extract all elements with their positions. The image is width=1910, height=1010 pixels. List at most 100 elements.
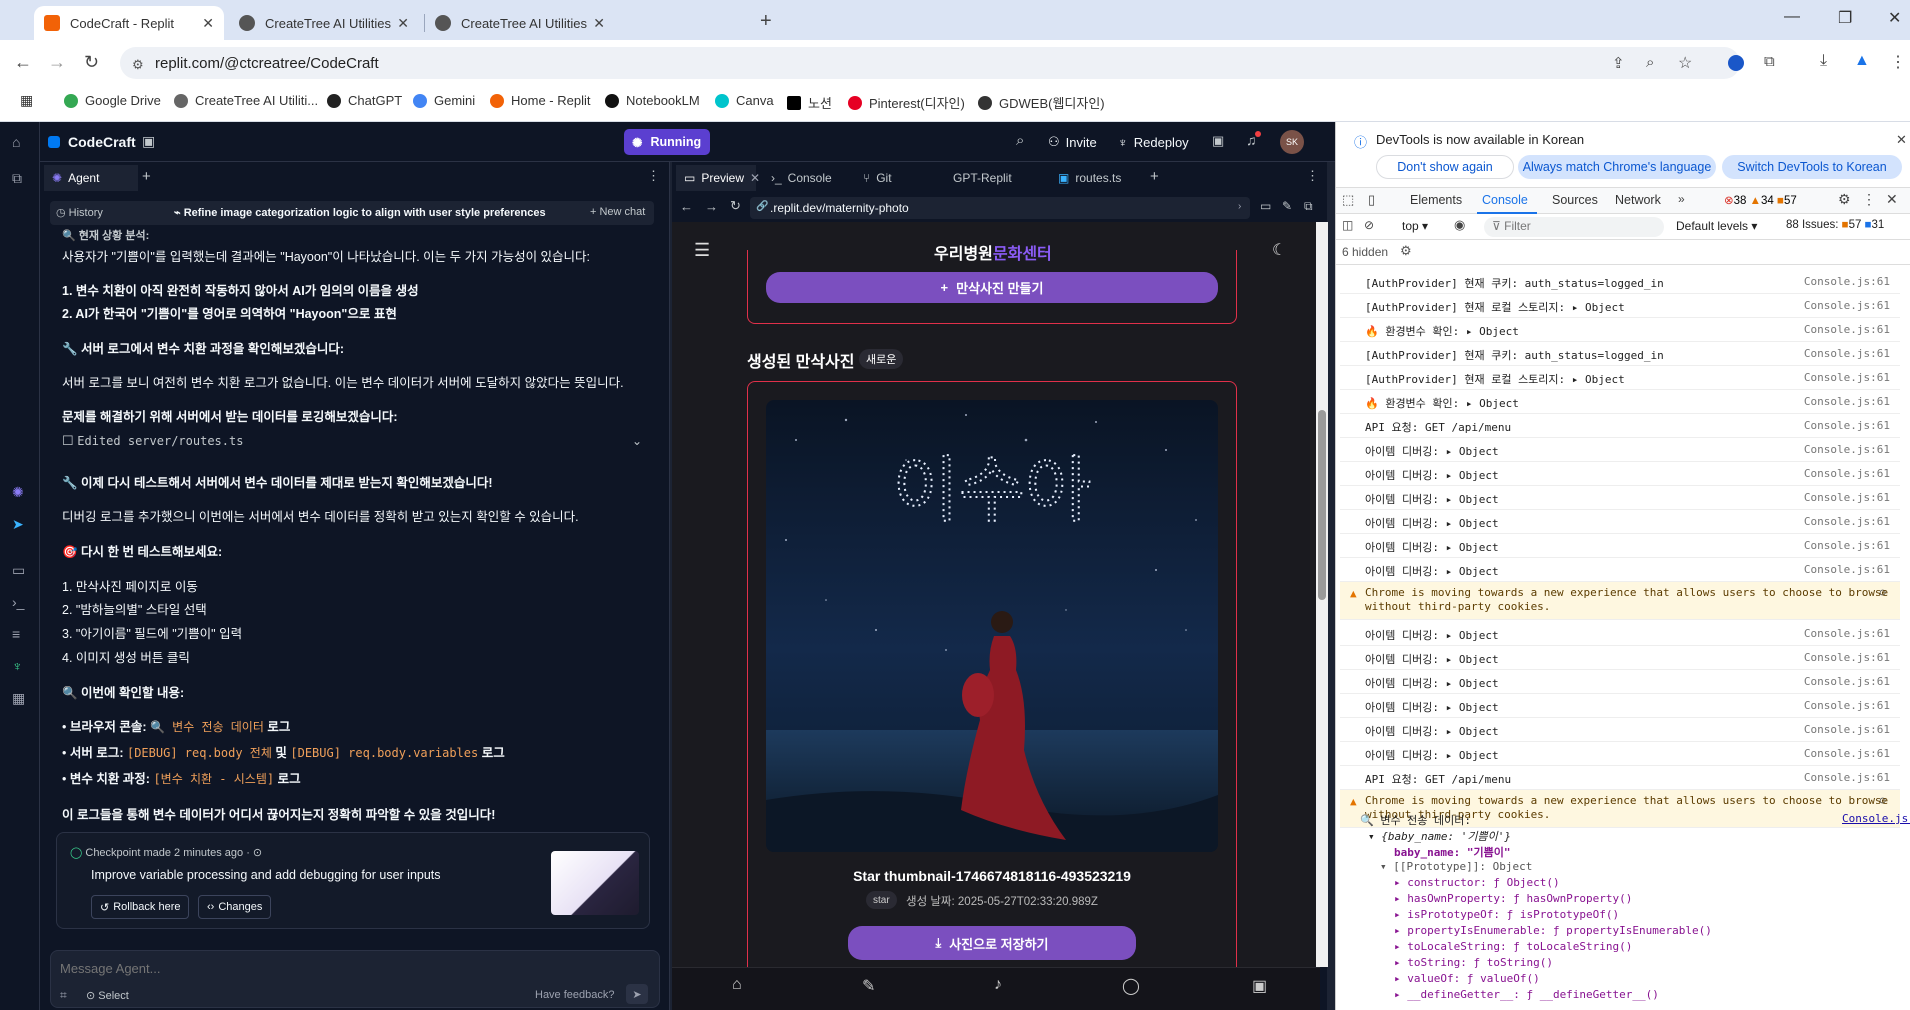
- attach-icon[interactable]: ⌗: [60, 988, 67, 1003]
- tab-routes[interactable]: ▣ routes.ts: [1050, 165, 1129, 191]
- make-photo-button[interactable]: + 만삭사진 만들기: [766, 272, 1218, 303]
- bookmark-google-drive[interactable]: Google Drive: [64, 93, 161, 108]
- nav-gallery-icon[interactable]: ▣: [1252, 976, 1267, 996]
- console-warning-row[interactable]: ▲ ⊙ Chrome is moving towards a new experie…: [1340, 582, 1900, 620]
- nav-chat-icon[interactable]: ◯: [1122, 976, 1140, 996]
- chrome-menu-icon[interactable]: ⋮: [1890, 52, 1906, 72]
- console-source-link[interactable]: Console.js:61: [1804, 675, 1890, 688]
- console-source-link[interactable]: Console.js:61: [1804, 747, 1890, 760]
- tab-console[interactable]: ›_ Console: [763, 165, 840, 191]
- device-toolbar-icon[interactable]: ▯: [1368, 192, 1375, 208]
- site-info-icon[interactable]: ⚙: [132, 57, 144, 73]
- download-icon[interactable]: ⤓: [1820, 52, 1827, 70]
- invite-button[interactable]: ⚇ Invite: [1048, 129, 1110, 155]
- redeploy-button[interactable]: ♆ Redeploy: [1118, 129, 1206, 155]
- changes-button[interactable]: ‹› Changes: [198, 895, 272, 919]
- prototype-member[interactable]: ▸ toLocaleString: ƒ toLocaleString(): [1394, 940, 1632, 953]
- console-source-link[interactable]: Console.js:61: [1804, 299, 1890, 312]
- new-tab-button[interactable]: +: [760, 10, 772, 33]
- prototype-member[interactable]: ▸ toString: ƒ toString(): [1394, 956, 1553, 969]
- console-log-row[interactable]: API 요청: GET /api/menu Console.js:61: [1340, 414, 1900, 438]
- maximize-button[interactable]: ❐: [1838, 8, 1852, 28]
- console-source-link[interactable]: Console.js:61: [1804, 395, 1890, 408]
- devtools-tab-console[interactable]: Console: [1482, 193, 1528, 207]
- moon-icon[interactable]: ☾: [1272, 240, 1286, 260]
- console-source-link[interactable]: Console.js:61: [1804, 651, 1890, 664]
- chevron-down-icon[interactable]: ⌄: [632, 434, 642, 448]
- nav-home-icon[interactable]: ⌂: [732, 976, 742, 994]
- prototype-member[interactable]: ▸ constructor: ƒ Object(): [1394, 876, 1560, 889]
- console-log-row[interactable]: 아이템 디버깅: ▸ Object Console.js:61: [1340, 534, 1900, 558]
- console-source-link[interactable]: Console.js:61: [1804, 563, 1890, 576]
- context-select[interactable]: top ▾: [1402, 219, 1428, 233]
- search-icon[interactable]: ⌕: [1016, 132, 1024, 149]
- console-log-row[interactable]: 아이템 디버깅: ▸ Object Console.js:61: [1340, 742, 1900, 766]
- install-app-icon[interactable]: ⇪: [1612, 54, 1625, 72]
- browser-tab-createtree-2[interactable]: CreateTree AI Utilities ✕: [425, 6, 615, 40]
- profile-icon[interactable]: ▲: [1854, 52, 1870, 70]
- console-source-link[interactable]: Console.js:61: [1804, 443, 1890, 456]
- forward-icon[interactable]: →: [705, 199, 718, 214]
- bookmark-gemini[interactable]: Gemini: [413, 93, 475, 108]
- url-text[interactable]: replit.com/@ctcreatree/CodeCraft: [155, 55, 379, 72]
- edited-file-row[interactable]: ☐ Edited server/routes.ts: [62, 433, 243, 449]
- console-log-row[interactable]: 아이템 디버깅: ▸ Object Console.js:61: [1340, 558, 1900, 582]
- bookmark-canva[interactable]: Canva: [715, 93, 774, 108]
- history-button[interactable]: ◷ History: [56, 206, 103, 219]
- bookmark-star-icon[interactable]: ☆: [1678, 53, 1692, 73]
- run-icon[interactable]: ➤: [12, 516, 24, 533]
- close-icon[interactable]: ✕: [202, 15, 214, 32]
- console-log-row[interactable]: 아이템 디버깅: ▸ Object Console.js:61: [1340, 622, 1900, 646]
- more-tabs-icon[interactable]: »: [1678, 192, 1685, 206]
- chevron-right-icon[interactable]: ›: [1238, 201, 1241, 212]
- switch-language-button[interactable]: Switch DevTools to Korean: [1722, 155, 1902, 179]
- inspect-icon[interactable]: ⬚: [1342, 192, 1354, 208]
- hamburger-menu-icon[interactable]: ☰: [694, 240, 710, 261]
- error-count[interactable]: ⊗38 ▲34 ■57: [1724, 193, 1797, 207]
- tab-agent[interactable]: ✺ Agent: [44, 165, 138, 191]
- filter-input[interactable]: ⊽ Filter: [1492, 219, 1531, 233]
- agent-icon[interactable]: ✺: [12, 484, 24, 501]
- console-source-link[interactable]: Console.js:61: [1804, 723, 1890, 736]
- console-source-link[interactable]: Console.js:61: [1804, 467, 1890, 480]
- close-devtools-icon[interactable]: ✕: [1886, 191, 1898, 208]
- more-icon[interactable]: ⋮: [1306, 168, 1319, 184]
- console-source-link[interactable]: Console.js:61: [1804, 419, 1890, 432]
- match-language-button[interactable]: Always match Chrome's language: [1518, 155, 1716, 179]
- close-icon[interactable]: ✕: [593, 15, 605, 32]
- console-source-link[interactable]: Console.js:61: [1804, 347, 1890, 360]
- clear-console-icon[interactable]: ⊘: [1364, 218, 1374, 232]
- settings-gear-icon[interactable]: ⚙: [1838, 191, 1851, 208]
- reload-icon[interactable]: ↻: [730, 198, 741, 214]
- console-source-link[interactable]: Console.js:61: [1804, 515, 1890, 528]
- prototype-member[interactable]: ▸ __defineGetter__: ƒ __defineGetter__(): [1394, 988, 1659, 1001]
- close-icon[interactable]: ✕: [1896, 132, 1907, 148]
- rollback-button[interactable]: ↺ Rollback here: [91, 895, 190, 919]
- console-log-row[interactable]: 아이템 디버깅: ▸ Object Console.js:61: [1340, 510, 1900, 534]
- more-icon[interactable]: ⋮: [647, 168, 660, 184]
- nav-photo-icon[interactable]: ✎: [862, 976, 875, 996]
- database-icon[interactable]: ≡: [12, 626, 20, 642]
- console-source-link[interactable]: Console.js:61: [1804, 371, 1890, 384]
- console-log-row[interactable]: 아이템 디버깅: ▸ Object Console.js:61: [1340, 462, 1900, 486]
- new-chat-button[interactable]: + New chat: [590, 206, 645, 218]
- close-icon[interactable]: ✕: [750, 171, 760, 185]
- preview-icon[interactable]: ▭: [12, 562, 25, 579]
- all-tools-icon[interactable]: ▦: [12, 690, 25, 707]
- save-photo-button[interactable]: ⤓ 사진으로 저장하기: [848, 926, 1136, 960]
- close-window-button[interactable]: ✕: [1888, 8, 1901, 28]
- console-log-row[interactable]: 아이템 디버깅: ▸ Object Console.js:61: [1340, 694, 1900, 718]
- send-icon[interactable]: ➤: [626, 984, 648, 1004]
- more-icon[interactable]: ⋮: [1862, 191, 1876, 208]
- back-icon[interactable]: ←: [14, 52, 32, 73]
- dont-show-button[interactable]: Don't show again: [1376, 155, 1514, 179]
- console-log-row[interactable]: [AuthProvider] 현재 쿠키: auth_status=logged…: [1340, 342, 1900, 366]
- checkpoint-thumbnail[interactable]: [551, 851, 639, 915]
- console-settings-icon[interactable]: ⚙: [1400, 243, 1412, 259]
- feedback-link[interactable]: Have feedback?: [535, 989, 615, 1001]
- console-log-row[interactable]: 🔥 환경변수 확인: ▸ Object Console.js:61: [1340, 390, 1900, 414]
- issues-counter[interactable]: 88 Issues: ■57 ■31: [1786, 219, 1884, 231]
- prototype-member[interactable]: ▸ propertyIsEnumerable: ƒ propertyIsEnum…: [1394, 924, 1712, 937]
- console-log-row[interactable]: API 요청: GET /api/menu Console.js:61: [1340, 766, 1900, 790]
- layout-icon[interactable]: ▣: [142, 133, 155, 150]
